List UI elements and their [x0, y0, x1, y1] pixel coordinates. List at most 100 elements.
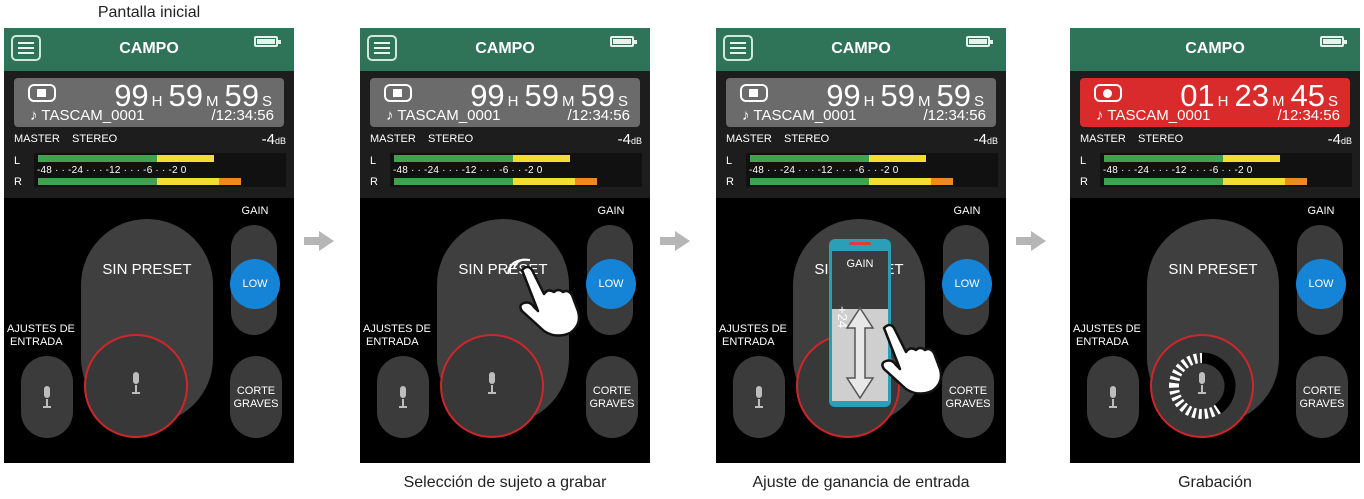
- control-panel: SIN PRESET GAIN LOW AJUSTES DEENTRADA CO…: [716, 198, 1006, 463]
- db-unit: dB: [1340, 136, 1352, 146]
- input-settings-button[interactable]: [377, 356, 429, 438]
- stereo-label: STEREO: [428, 133, 474, 145]
- record-button[interactable]: [1150, 334, 1254, 438]
- app-header: CAMPO: [1070, 28, 1360, 71]
- app-title: CAMPO: [475, 40, 535, 57]
- input-settings-label: AJUSTES DE ENTRADA: [363, 323, 433, 349]
- hours-unit: H: [863, 93, 875, 110]
- right-channel-label: R: [14, 176, 22, 188]
- screen-1: CAMPO 99 H 59 M 59 S ♪ TASCAM_0001 /12:34:56 …: [4, 28, 294, 463]
- caption-pantalla-inicial: Pantalla inicial: [97, 4, 201, 21]
- minutes: 59: [168, 78, 203, 113]
- battery-icon: [610, 36, 637, 47]
- screen-2: CAMPO 99 H 59 M 59 S ♪ TASCAM_0001 /12:34:56 …: [360, 28, 650, 463]
- input-settings-line1: AJUSTES DE: [7, 323, 75, 335]
- low-cut-line1: CORTE: [236, 385, 276, 397]
- db-value: -4: [973, 131, 987, 148]
- gain-label: GAIN: [953, 205, 981, 217]
- input-settings-button[interactable]: [21, 356, 73, 438]
- low-cut-line2: GRAVES: [589, 398, 635, 410]
- master-label: MASTER: [1080, 133, 1126, 145]
- caption-seleccion: Selección de sujeto a grabar: [403, 474, 607, 491]
- battery-icon: [254, 36, 281, 47]
- arrow-right-icon: [1016, 231, 1046, 251]
- popup-indicator: [849, 242, 871, 245]
- time-counter: 99 H 59 M 59 S ♪ TASCAM_0001 /12:34:56: [370, 78, 640, 127]
- screen-4: CAMPO 01 H 23 M 45 S ♪ TASCAM_0001 /12:34:56 …: [1070, 28, 1360, 463]
- record-button[interactable]: [84, 334, 188, 438]
- level-meter: -48 · · -24 · · · -12 · · · -6 · · -2 0: [1100, 153, 1352, 187]
- low-cut-label: CORTE GRAVES: [942, 385, 994, 411]
- stereo-label: STEREO: [1138, 133, 1184, 145]
- remaining-time: /12:34:56: [923, 107, 986, 124]
- low-cut-line1: CORTE: [1302, 385, 1342, 397]
- microphone-icon: [1196, 372, 1208, 396]
- input-settings-label: AJUSTES DE ENTRADA: [719, 323, 789, 349]
- battery-icon: [1320, 36, 1347, 47]
- input-settings-label: AJUSTES DE ENTRADA: [7, 323, 77, 349]
- gain-low-button[interactable]: LOW: [586, 259, 636, 309]
- master-db: -4dB: [1328, 131, 1352, 148]
- db-unit: dB: [274, 136, 286, 146]
- input-settings-line2: ENTRADA: [1076, 336, 1129, 348]
- master-label: MASTER: [726, 133, 772, 145]
- master-db: -4dB: [618, 131, 642, 148]
- low-cut-line2: GRAVES: [233, 398, 279, 410]
- screen-3: CAMPO 99 H 59 M 59 S ♪ TASCAM_0001 /12:34:56 …: [716, 28, 1006, 463]
- gain-label: GAIN: [1307, 205, 1335, 217]
- hours-unit: H: [1217, 93, 1229, 110]
- control-panel: SIN PRESET GAIN LOW AJUSTES DEENTRADA CO…: [1070, 198, 1360, 463]
- level-meter: -48 · · -24 · · · -12 · · · -6 · · -2 0: [746, 153, 998, 187]
- gain-low-button[interactable]: LOW: [1296, 259, 1346, 309]
- stereo-label: STEREO: [72, 133, 118, 145]
- hand-tap-icon: [507, 258, 580, 337]
- input-settings-button[interactable]: [733, 356, 785, 438]
- db-value: -4: [1327, 131, 1341, 148]
- master-label: MASTER: [370, 133, 416, 145]
- hand-drag-icon: [881, 323, 942, 395]
- remaining-time: /12:34:56: [211, 107, 274, 124]
- low-cut-line2: GRAVES: [1299, 398, 1345, 410]
- gain-low-button[interactable]: LOW: [942, 259, 992, 309]
- battery-icon: [966, 36, 993, 47]
- microphone-icon: [397, 386, 409, 410]
- caption-grabacion: Grabación: [1178, 474, 1252, 491]
- master-db: -4dB: [262, 131, 286, 148]
- right-channel-label: R: [370, 176, 378, 188]
- microphone-icon: [130, 372, 142, 396]
- gain-low-button[interactable]: LOW: [230, 259, 280, 309]
- control-panel: SIN PRESET GAIN LOW AJUSTES DEENTRADA CO…: [4, 198, 294, 463]
- low-cut-label: CORTE GRAVES: [586, 385, 638, 411]
- microphone-icon: [753, 386, 765, 410]
- hours-unit: H: [151, 93, 163, 110]
- app-title: CAMPO: [119, 40, 179, 57]
- input-settings-line1: AJUSTES DE: [363, 323, 431, 335]
- input-settings-button[interactable]: [1087, 356, 1139, 438]
- app-header: CAMPO: [360, 28, 650, 71]
- stop-icon: [740, 84, 768, 102]
- remaining-time: /12:34:56: [1277, 107, 1340, 124]
- master-db: -4dB: [974, 131, 998, 148]
- left-channel-label: L: [1080, 155, 1087, 167]
- record-icon: [1094, 84, 1122, 102]
- file-name: ♪ TASCAM_0001: [30, 107, 145, 124]
- preset-label: SIN PRESET: [102, 261, 192, 278]
- input-settings-line1: AJUSTES DE: [1073, 323, 1141, 335]
- app-title: CAMPO: [1185, 40, 1245, 57]
- low-cut-label: CORTE GRAVES: [1296, 385, 1348, 411]
- minutes: 59: [880, 78, 915, 113]
- input-settings-line2: ENTRADA: [366, 336, 419, 348]
- master-label: MASTER: [14, 133, 60, 145]
- stop-icon: [384, 84, 412, 102]
- minutes: 59: [524, 78, 559, 113]
- time-counter: 99 H 59 M 59 S ♪ TASCAM_0001 /12:34:56: [14, 78, 284, 127]
- left-channel-label: L: [14, 155, 21, 167]
- meter-scale: -48 · · -24 · · · -12 · · · -6 · · -2 0: [749, 165, 899, 176]
- record-button[interactable]: [440, 334, 544, 438]
- gain-label: GAIN: [241, 205, 269, 217]
- popup-gain-label: GAIN: [846, 258, 874, 270]
- low-cut-label: CORTE GRAVES: [230, 385, 282, 411]
- db-unit: dB: [986, 136, 998, 146]
- stereo-label: STEREO: [784, 133, 830, 145]
- arrow-right-icon: [660, 231, 690, 251]
